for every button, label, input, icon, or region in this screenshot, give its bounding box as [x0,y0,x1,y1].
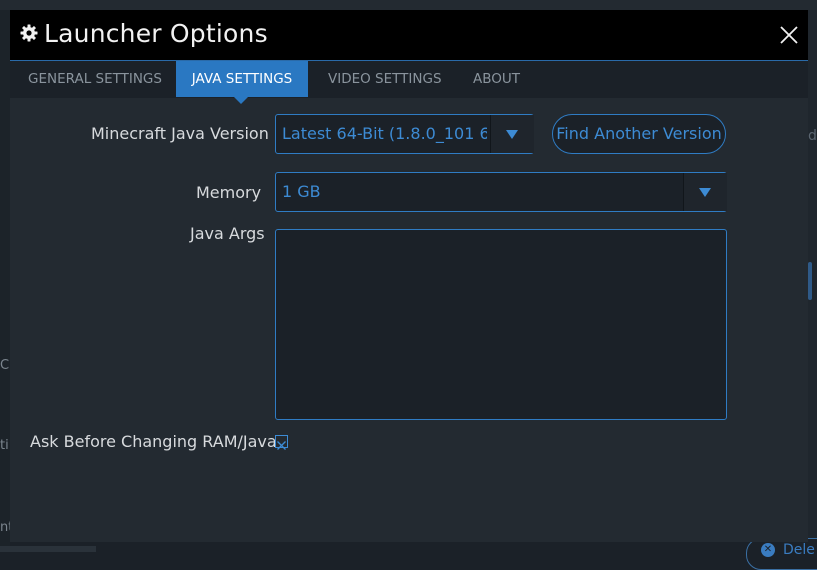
memory-label: Memory [196,183,262,202]
background-left-text: nt [0,520,10,535]
settings-tabbar: GENERAL SETTINGS JAVA SETTINGS VIDEO SET… [10,60,808,98]
close-icon [780,26,798,44]
dialog-title: Launcher Options [44,19,268,48]
ask-before-changing-checkbox[interactable] [275,435,288,450]
tab-general-settings[interactable]: GENERAL SETTINGS [28,61,162,97]
close-button[interactable] [778,24,800,46]
active-tab-indicator [234,97,248,104]
memory-value: 1 GB [282,182,321,201]
java-version-dropdown-toggle[interactable] [490,115,534,153]
tab-java-settings[interactable]: JAVA SETTINGS [176,61,308,97]
memory-select[interactable]: 1 GB [275,172,727,212]
background-bottom-bar [0,546,96,552]
background-app-top [0,0,817,10]
ask-before-changing-label: Ask Before Changing RAM/Java [30,432,277,451]
chevron-down-icon [506,130,518,139]
background-app-left: C ti nt [0,10,10,552]
tab-video-settings[interactable]: VIDEO SETTINGS [328,61,442,97]
launcher-options-dialog: Launcher Options GENERAL SETTINGS JAVA S… [10,10,808,542]
gear-icon [20,24,38,42]
memory-dropdown-toggle[interactable] [683,173,727,211]
java-args-label: Java Args [190,224,265,243]
background-left-text: ti [0,438,9,453]
dialog-titlebar: Launcher Options [10,10,808,60]
background-right-text: d [808,128,817,144]
checkmark-x-icon [277,441,286,450]
find-another-version-button[interactable]: Find Another Version [552,114,726,154]
java-version-value: Latest 64-Bit (1.8.0_101 64... [282,124,487,143]
close-circle-icon: ✕ [761,543,775,557]
java-version-label: Minecraft Java Version [91,124,269,143]
background-left-text: C [0,358,10,373]
background-scroll-accent [808,262,812,300]
tab-about[interactable]: ABOUT [473,61,520,97]
background-delete-label: Dele [783,542,815,558]
background-delete-button[interactable]: ✕ Dele [746,538,817,570]
java-args-textarea[interactable] [275,229,727,420]
chevron-down-icon [699,188,711,197]
java-version-select[interactable]: Latest 64-Bit (1.8.0_101 64... [275,114,534,154]
